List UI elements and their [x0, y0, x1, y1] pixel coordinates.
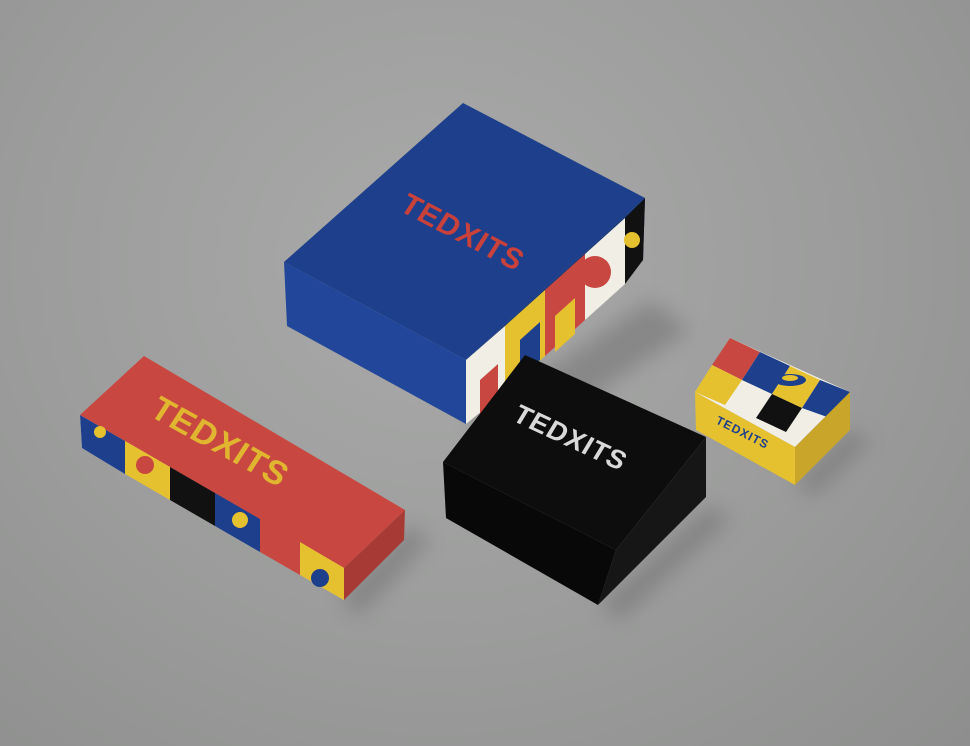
packaging-scene: TEDXITS TEDXITS TEDXITS TEDXITS [80, 103, 870, 620]
red-box: TEDXITS [80, 356, 405, 600]
